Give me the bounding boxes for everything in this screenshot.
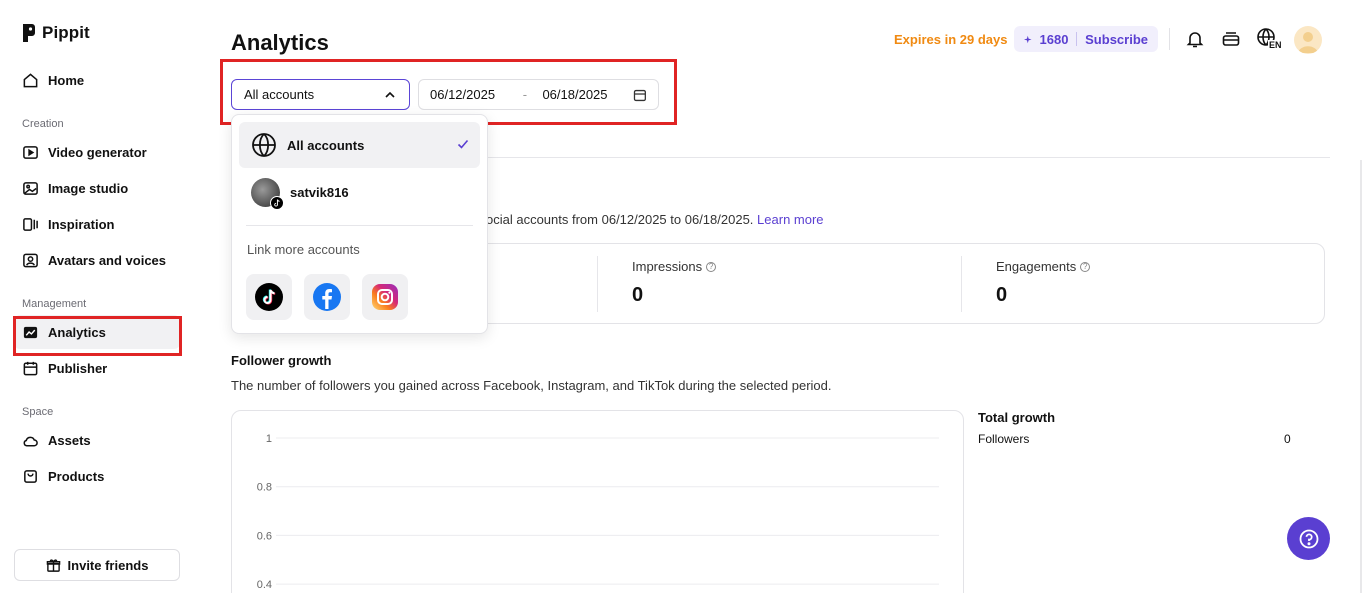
credits-badge[interactable]: 1680 Subscribe (1014, 26, 1158, 52)
video-generator-icon (23, 145, 38, 159)
avatar-icon (23, 253, 38, 267)
user-avatar[interactable] (1294, 26, 1322, 54)
help-circle-icon[interactable]: ? (706, 261, 717, 272)
total-growth-value: 0 (1284, 432, 1291, 446)
sidebar: Pippit Home Creation Video generator Ima… (0, 0, 196, 593)
tiktok-badge-icon (270, 195, 284, 210)
y-tick-label: 0.8 (257, 482, 272, 494)
dropdown-option-satvik816[interactable]: satvik816 (239, 169, 480, 215)
tiktok-icon (255, 283, 283, 311)
pippit-logo-icon (23, 24, 35, 42)
engagements-label-text: Engagements (996, 259, 1077, 274)
link-tiktok-button[interactable] (246, 274, 292, 320)
dropdown-option-all-accounts[interactable]: All accounts (239, 122, 480, 168)
follower-growth-description: The number of followers you gained acros… (231, 378, 832, 393)
image-studio-icon (23, 181, 38, 195)
sidebar-item-label: Publisher (48, 360, 108, 376)
section-label-management: Management (22, 298, 87, 310)
sidebar-item-label: Video generator (48, 144, 147, 160)
instagram-icon (372, 284, 398, 310)
header-divider (1169, 28, 1170, 50)
total-growth-title: Total growth (978, 410, 1056, 425)
sidebar-item-assets[interactable]: Assets (14, 423, 180, 457)
sidebar-item-video-generator[interactable]: Video generator (14, 135, 180, 169)
sidebar-item-label: Assets (48, 432, 91, 448)
cloud-icon (23, 436, 38, 446)
invite-friends-label: Invite friends (67, 557, 149, 573)
option-label: satvik816 (290, 184, 349, 200)
y-tick-label: 1 (266, 433, 272, 445)
dropdown-divider (246, 225, 473, 226)
stat-divider (961, 256, 962, 312)
impressions-value: 0 (632, 284, 644, 306)
check-icon (457, 139, 469, 149)
inbox-icon[interactable] (1220, 28, 1242, 50)
option-label: All accounts (287, 137, 365, 153)
y-tick-label: 0.6 (257, 530, 272, 542)
facebook-icon (313, 283, 341, 311)
sidebar-item-products[interactable]: Products (14, 459, 180, 493)
link-facebook-button[interactable] (304, 274, 350, 320)
sidebar-item-label: Products (48, 468, 105, 484)
impressions-label-text: Impressions (632, 259, 703, 274)
engagements-value: 0 (996, 284, 1008, 306)
sidebar-item-home[interactable]: Home (14, 63, 180, 97)
help-circle-icon (1299, 529, 1318, 548)
credits-count: 1680 (1039, 31, 1069, 47)
overview-description: ocial accounts from 06/12/2025 to 06/18/… (486, 212, 824, 227)
sidebar-item-publisher[interactable]: Publisher (14, 351, 180, 385)
credits-divider (1076, 32, 1078, 46)
globe-icon (252, 133, 276, 157)
shopping-bag-icon (24, 469, 37, 483)
help-button[interactable] (1287, 517, 1330, 560)
brand-logo[interactable]: Pippit (22, 23, 90, 43)
link-instagram-button[interactable] (362, 274, 408, 320)
inspiration-icon (23, 217, 38, 231)
section-label-creation: Creation (22, 118, 64, 130)
y-tick-label: 0.4 (257, 579, 272, 591)
sidebar-item-label: Avatars and voices (48, 252, 167, 268)
subscribe-link[interactable]: Subscribe (1085, 32, 1148, 47)
calendar-icon (23, 361, 38, 375)
gift-icon (46, 558, 60, 572)
sidebar-item-label: Image studio (48, 180, 129, 196)
page-title: Analytics (231, 30, 329, 55)
language-switcher[interactable]: EN (1256, 27, 1286, 53)
account-dropdown-menu: All accounts satvik816 Link more account… (231, 114, 488, 334)
sparkle-icon (1024, 35, 1032, 43)
sidebar-item-inspiration[interactable]: Inspiration (14, 207, 180, 241)
expires-notice[interactable]: Expires in 29 days (894, 32, 1007, 47)
impressions-label: Impressions ? (632, 259, 717, 274)
language-code: EN (1268, 40, 1283, 50)
bell-icon[interactable] (1184, 28, 1206, 50)
help-circle-icon[interactable]: ? (1080, 261, 1091, 272)
home-icon (23, 72, 38, 87)
total-growth-label: Followers (978, 432, 1030, 446)
link-more-accounts-label: Link more accounts (247, 242, 360, 257)
learn-more-link[interactable]: Learn more (757, 212, 823, 227)
section-label-space: Space (22, 406, 54, 418)
invite-friends-button[interactable]: Invite friends (14, 549, 180, 581)
sidebar-item-label: Home (48, 72, 85, 88)
engagements-label: Engagements ? (996, 259, 1091, 274)
sidebar-item-label: Inspiration (48, 216, 115, 232)
stat-divider (597, 256, 598, 312)
highlight-analytics (13, 316, 182, 356)
follower-growth-chart: 1 0.8 0.6 0.4 (231, 410, 964, 593)
sidebar-item-image-studio[interactable]: Image studio (14, 171, 180, 205)
sidebar-item-avatars-voices[interactable]: Avatars and voices (14, 243, 180, 277)
overview-description-text: ocial accounts from 06/12/2025 to 06/18/… (486, 212, 754, 227)
chart-svg: 1 0.8 0.6 0.4 (257, 433, 939, 591)
account-avatar (251, 177, 284, 210)
user-avatar-icon (1298, 32, 1318, 53)
brand-name: Pippit (42, 23, 90, 42)
follower-growth-title: Follower growth (231, 353, 332, 368)
